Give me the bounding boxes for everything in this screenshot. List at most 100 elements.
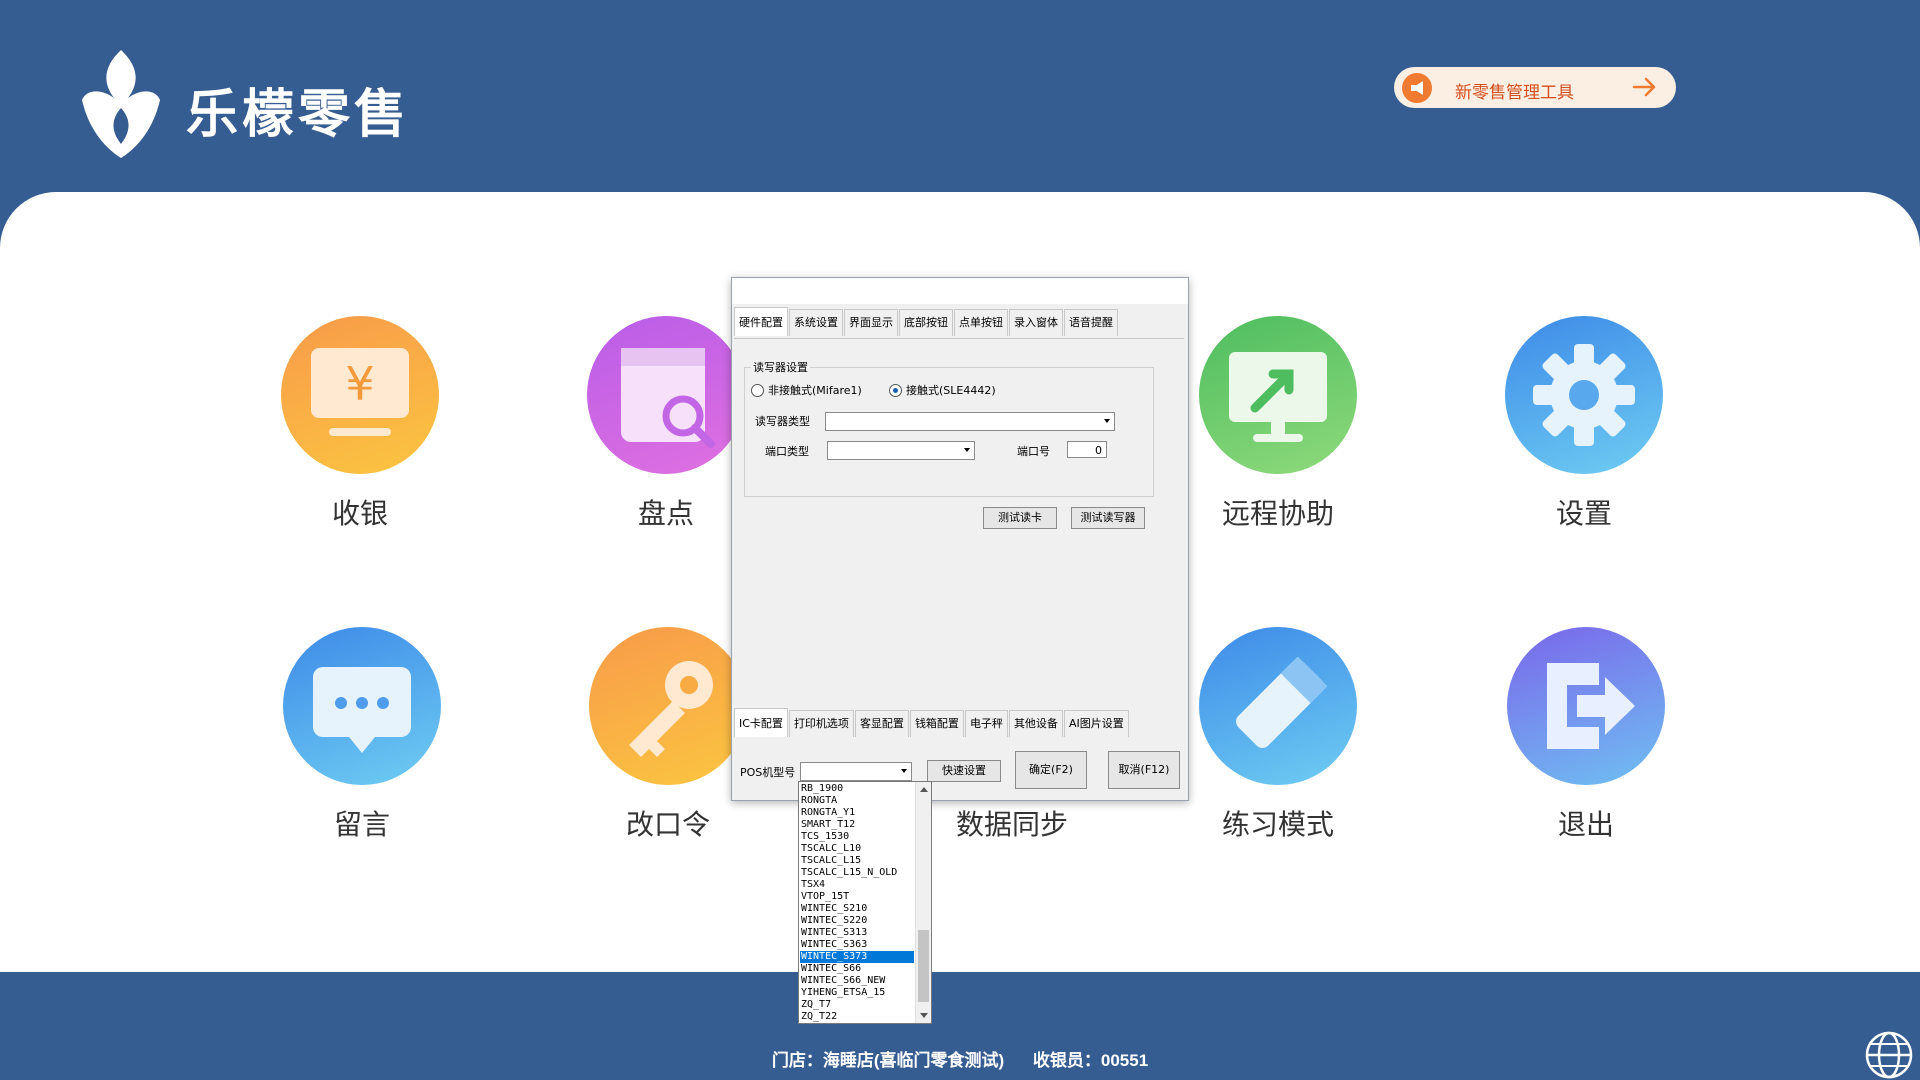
tab-system[interactable]: 系统设置 [789,309,843,336]
app-header: 乐檬零售 新零售管理工具 [0,0,1920,200]
dialog-titlebar [732,278,1188,304]
dropdown-scrollbar[interactable] [915,782,931,1023]
dropdown-item[interactable]: TSCALC_L10 [800,843,914,855]
port-number-label: 端口号 [1017,445,1050,458]
remote-assist-icon [1199,316,1357,474]
tile-settings[interactable]: 设置 [1458,316,1678,566]
arrow-right-icon [1632,77,1656,97]
tile-label: 设置 [1555,498,1612,529]
inventory-icon [587,316,745,474]
pos-model-label: POS机型号 [740,766,796,779]
tile-label: 收银 [331,498,388,529]
group-title: 读写器设置 [751,359,810,375]
radio-dot [751,383,764,397]
tab-voice[interactable]: 语音提醒 [1064,309,1118,336]
radio-contact[interactable]: 接触式(SLE4442) [889,382,996,398]
tile-message[interactable]: 留言 [236,627,456,877]
dropdown-item[interactable]: WINTEC_S66 [800,963,914,975]
dropdown-item[interactable]: WINTEC_S313 [800,927,914,939]
tab-other-devices[interactable]: 其他设备 [1008,710,1063,737]
dropdown-item[interactable]: WINTEC_S210 [800,903,914,915]
globe-icon[interactable] [1864,1030,1914,1080]
dropdown-item[interactable]: TSCALC_L15 [800,855,914,867]
tile-label: 远程协助 [1221,498,1334,529]
tile-inventory[interactable]: 盘点 [540,316,760,566]
port-type-label: 端口类型 [765,445,809,458]
chevron-up-icon[interactable] [920,787,928,792]
radio-label: 接触式(SLE4442) [906,384,996,397]
port-number-input[interactable]: 0 [1067,441,1107,458]
eraser-icon [1199,627,1357,785]
chevron-down-icon[interactable] [920,1013,928,1018]
port-type-select[interactable] [827,441,975,460]
pos-model-dropdown-list[interactable]: RB_1900 RONGTA RONGTA_Y1 SMART_T12 TCS_1530 T… [798,781,932,1024]
dropdown-item[interactable]: ZQ_T7 [800,999,914,1011]
tile-cashier[interactable]: ¥ 收银 [234,316,454,566]
pos-model-select[interactable] [800,762,912,781]
svg-text:¥: ¥ [345,357,374,411]
tab-hardware[interactable]: 硬件配置 [734,307,788,336]
chevron-down-icon [964,448,970,452]
settings-gear-icon [1505,316,1663,474]
tab-scale[interactable]: 电子秤 [964,710,1008,737]
chevron-down-icon [901,769,907,773]
message-icon [283,627,441,785]
radio-dot [889,383,902,397]
tile-label: 留言 [333,809,390,840]
retail-tools-label: 新零售管理工具 [1455,83,1574,102]
dropdown-items: RB_1900 RONGTA RONGTA_Y1 SMART_T12 TCS_1530 T… [800,783,914,1023]
dropdown-item[interactable]: VTOP_15T [800,891,914,903]
radio-contactless[interactable]: 非接触式(Mifare1) [751,382,862,398]
tile-label: 改口令 [625,809,710,840]
ic-card-panel: 读写器设置 非接触式(Mifare1) 接触式(SLE4442) 读写器类型 端… [734,338,1184,709]
tab-ic-card[interactable]: IC卡配置 [734,708,788,737]
tile-label: 退出 [1557,809,1614,840]
tile-change-password[interactable]: 改口令 [542,627,762,877]
tab-order-buttons[interactable]: 点单按钮 [954,309,1008,336]
dropdown-item[interactable]: SMART_T12 [800,819,914,831]
test-card-button[interactable]: 测试读卡 [983,507,1057,529]
exit-icon [1507,627,1665,785]
dropdown-item[interactable]: TCS_1530 [800,831,914,843]
reader-settings-group: 读写器设置 非接触式(Mifare1) 接触式(SLE4442) 读写器类型 端… [744,359,1154,497]
chevron-down-icon [1104,419,1110,423]
reader-type-label: 读写器类型 [755,415,810,428]
cashier-icon: ¥ [281,316,439,474]
scrollbar-thumb[interactable] [918,930,929,1002]
tab-cash-drawer[interactable]: 钱箱配置 [909,710,964,737]
dropdown-item[interactable]: TSX4 [800,879,914,891]
reader-type-select[interactable] [825,412,1115,431]
key-icon [589,627,747,785]
lemon-logo-icon [82,50,160,158]
brand-name: 乐檬零售 [186,86,411,144]
tab-ai-image[interactable]: AI图片设置 [1063,710,1129,737]
dropdown-item[interactable]: RONGTA_Y1 [800,807,914,819]
top-tab-row: 硬件配置 系统设置 界面显示 底部按钮 点单按钮 录入窗体 语音提醒 [734,307,1119,337]
radio-label: 非接触式(Mifare1) [768,384,862,397]
dropdown-item[interactable]: WINTEC_S220 [800,915,914,927]
store-name: 门店：海睡店(喜临门零食测试) [771,1051,1005,1070]
dropdown-item[interactable]: WINTEC_S363 [800,939,914,951]
dropdown-item[interactable]: RONGTA [800,795,914,807]
ok-button[interactable]: 确定(F2) [1015,751,1087,789]
quick-setup-button[interactable]: 快速设置 [927,760,1001,782]
tile-exit[interactable]: 退出 [1460,627,1680,877]
tab-display[interactable]: 界面显示 [844,309,898,336]
tab-printer[interactable]: 打印机选项 [788,710,854,737]
retail-tools-button[interactable]: 新零售管理工具 [1394,67,1676,108]
hardware-settings-dialog: 硬件配置 系统设置 界面显示 底部按钮 点单按钮 录入窗体 语音提醒 读写器设置… [731,277,1189,801]
cashier-id: 收银员：00551 [1032,1051,1149,1070]
bottom-tab-row: IC卡配置 打印机选项 客显配置 钱箱配置 电子秤 其他设备 AI图片设置 [734,708,1130,738]
tab-customer-display[interactable]: 客显配置 [854,710,909,737]
test-reader-button[interactable]: 测试读写器 [1071,507,1145,529]
tab-bottom-buttons[interactable]: 底部按钮 [899,309,953,336]
dropdown-item[interactable]: WINTEC_S66_NEW [800,975,914,987]
tab-input-window[interactable]: 录入窗体 [1009,309,1063,336]
megaphone-icon [1402,73,1432,103]
cancel-button[interactable]: 取消(F12) [1108,751,1180,789]
dropdown-item[interactable]: RB_1900 [800,783,914,795]
dropdown-item[interactable]: YIHENG_ETSA_15 [800,987,914,999]
dropdown-item[interactable]: TSCALC_L15_N_OLD [800,867,914,879]
dropdown-item[interactable]: ZQ_T22 [800,1011,914,1023]
dropdown-item[interactable]: WINTEC_S373 [800,951,914,963]
